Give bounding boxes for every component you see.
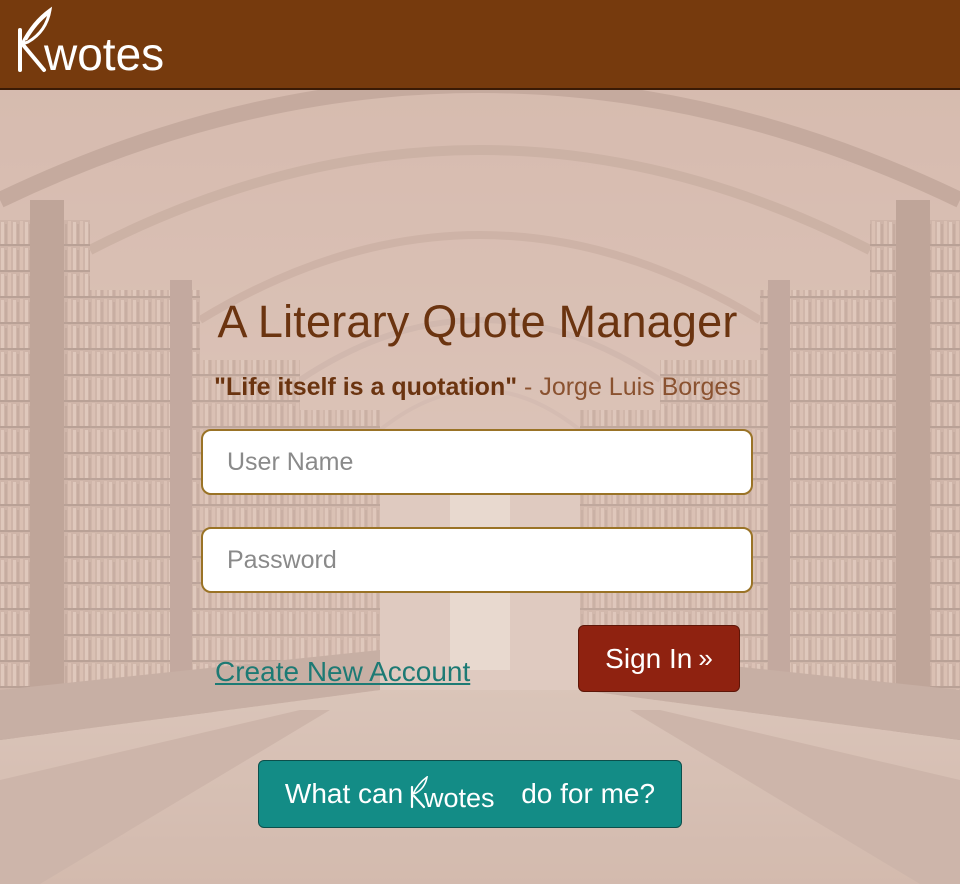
- about-suffix: do for me?: [521, 778, 656, 809]
- tagline-quote: "Life itself is a quotation": [214, 373, 518, 401]
- tagline-author: Jorge Luis Borges: [539, 373, 741, 401]
- sign-in-button[interactable]: Sign In »: [578, 625, 740, 692]
- sign-in-label: Sign In: [605, 642, 693, 674]
- tagline: "Life itself is a quotation" - Jorge Lui…: [0, 373, 955, 402]
- brand-logo[interactable]: wotes: [14, 6, 204, 82]
- login-page: wotes A Literary Quote Manager "Life its…: [0, 0, 960, 884]
- double-chevron-right-icon: »: [698, 643, 713, 673]
- create-account-link[interactable]: Create New Account: [215, 656, 470, 688]
- password-input[interactable]: [201, 527, 753, 593]
- page-title: A Literary Quote Manager: [217, 296, 738, 347]
- about-kwotes-button[interactable]: What can wotes do for me?: [258, 760, 682, 828]
- tagline-separator: -: [524, 373, 533, 401]
- username-input[interactable]: [201, 429, 753, 495]
- svg-text:wotes: wotes: [43, 28, 164, 80]
- about-prefix: What can: [284, 778, 404, 809]
- svg-text:wotes: wotes: [423, 783, 495, 812]
- kwotes-mini-logo-icon: wotes: [409, 776, 515, 812]
- kwotes-logo-icon: wotes: [18, 6, 164, 80]
- top-navbar: wotes: [0, 0, 960, 90]
